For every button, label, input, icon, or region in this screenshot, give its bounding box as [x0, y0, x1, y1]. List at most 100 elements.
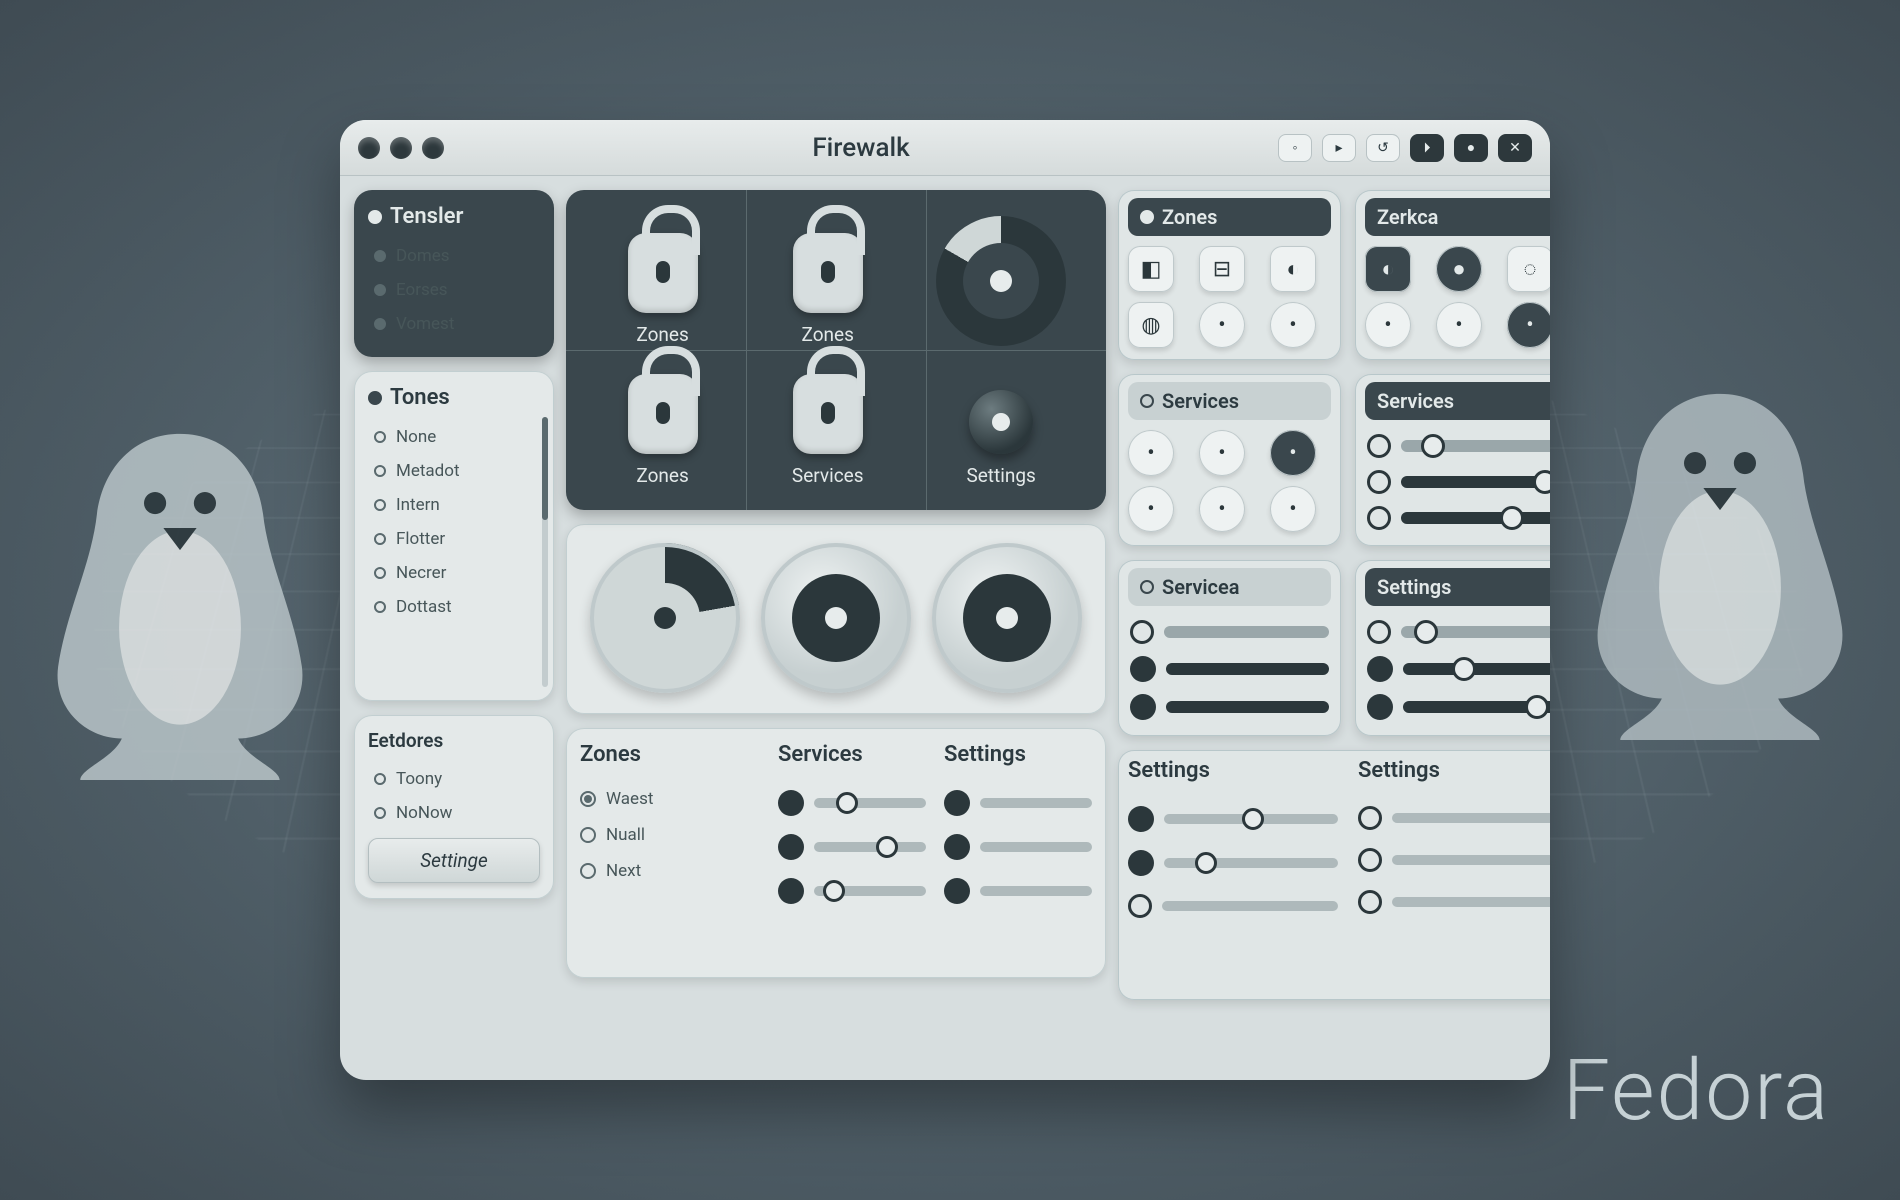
sidebar-item[interactable]: Eorses — [368, 273, 540, 307]
slider[interactable] — [1130, 620, 1329, 644]
close-button[interactable]: ✕ — [1498, 134, 1532, 162]
brand-label: Fedora — [1563, 1041, 1830, 1140]
column-heading: Services — [778, 742, 926, 767]
sidebar-item[interactable]: Metadot — [368, 454, 540, 488]
panel-icon-button[interactable]: ◌ — [1507, 246, 1550, 292]
window-title: Firewalk — [444, 133, 1278, 163]
zone-option[interactable]: Next — [580, 853, 760, 889]
column-heading: Settings — [1128, 758, 1338, 783]
panel-zones: Zones ◧⊟◐ ◍•• — [1118, 190, 1341, 360]
slider[interactable] — [1130, 694, 1329, 720]
panel-icon-button[interactable]: ◧ — [1128, 246, 1174, 292]
grid-cell[interactable]: Settings — [910, 362, 1092, 503]
sidebar-item[interactable]: NoNow — [368, 796, 540, 830]
grid-cell[interactable]: Services — [745, 362, 910, 503]
panel-dot[interactable]: • — [1128, 486, 1174, 532]
column-heading: Zones — [580, 742, 760, 767]
slider[interactable] — [1367, 694, 1550, 720]
panel-icon-button[interactable]: ◐ — [1270, 246, 1316, 292]
sidebar-item[interactable]: Flotter — [368, 522, 540, 556]
slider[interactable] — [1130, 656, 1329, 682]
slider[interactable] — [1128, 885, 1338, 927]
sidebar-item[interactable]: Necrer — [368, 556, 540, 590]
panel-icon-button[interactable]: • — [1436, 302, 1482, 348]
panel-icon-button[interactable]: • — [1507, 302, 1550, 348]
slider[interactable] — [1128, 797, 1338, 841]
panel-servicea: Servicea — [1118, 560, 1341, 736]
penguin-left-icon — [40, 420, 320, 780]
dials-card — [566, 524, 1106, 714]
bottom-settings-card: Zones Waest Nuall Next Services Settings — [566, 728, 1106, 978]
traffic-dot[interactable] — [358, 137, 380, 159]
panel-icon-button[interactable]: ◐ — [1365, 246, 1411, 292]
panel-settings: Settings — [1355, 560, 1550, 736]
slider[interactable] — [1367, 620, 1550, 644]
slider[interactable] — [1358, 797, 1550, 839]
panel-services-dots: Services • • • • • • — [1118, 374, 1341, 546]
titlebar-actions: ◦ ▸ ↺ ⏵ ● ✕ — [1278, 134, 1532, 162]
app-window: Firewalk ◦ ▸ ↺ ⏵ ● ✕ Tensler Domes Eorse… — [340, 120, 1550, 1080]
panel-dot[interactable]: • — [1199, 486, 1245, 532]
panel-icon-button[interactable]: ⊟ — [1199, 246, 1245, 292]
slider[interactable] — [944, 781, 1092, 825]
dial[interactable] — [590, 543, 740, 693]
panel-dot[interactable]: • — [1128, 430, 1174, 476]
grid-cell[interactable]: Zones — [745, 204, 910, 362]
sidebar: Tensler Domes Eorses Vomest Tones None M… — [354, 190, 554, 1066]
panel-title: Services — [1377, 389, 1454, 413]
slider[interactable] — [1358, 839, 1550, 881]
slider[interactable] — [1367, 656, 1550, 682]
panel-icon-button[interactable]: ◍ — [1128, 302, 1174, 348]
panel-dot[interactable]: • — [1199, 430, 1245, 476]
slider[interactable] — [944, 825, 1092, 869]
settings-button[interactable]: Settinge — [368, 838, 540, 883]
column-heading: Settings — [1358, 758, 1550, 783]
titlebar-button[interactable]: ⏵ — [1410, 134, 1444, 162]
titlebar-button[interactable]: ▸ — [1322, 134, 1356, 162]
panel-title: Servicea — [1162, 575, 1240, 599]
panel-dot[interactable]: • — [1270, 430, 1316, 476]
slider[interactable] — [778, 781, 926, 825]
grid-cell[interactable]: Zones — [580, 362, 745, 503]
slider[interactable] — [1128, 841, 1338, 885]
slider[interactable] — [1367, 470, 1550, 494]
lock-icon — [628, 233, 698, 313]
panel-dot[interactable]: • — [1270, 486, 1316, 532]
dial[interactable] — [932, 543, 1082, 693]
sidebar-group-eetdores: Eetdores Toony NoNow Settinge — [354, 715, 554, 899]
slider[interactable] — [1367, 506, 1550, 530]
titlebar: Firewalk ◦ ▸ ↺ ⏵ ● ✕ — [340, 120, 1550, 176]
traffic-dot[interactable] — [422, 137, 444, 159]
slider[interactable] — [1367, 434, 1550, 458]
zone-option[interactable]: Waest — [580, 781, 760, 817]
panel-title: Services — [1162, 389, 1239, 413]
sidebar-item[interactable]: Dottast — [368, 590, 540, 624]
slider[interactable] — [778, 825, 926, 869]
grid-cell[interactable]: Zones — [580, 204, 745, 362]
sidebar-item[interactable]: Domes — [368, 239, 540, 273]
zone-option[interactable]: Nuall — [580, 817, 760, 853]
panel-zerkca: Zerkca ◐ ● ◌ • • • — [1355, 190, 1550, 360]
panel-icon-button[interactable]: • — [1199, 302, 1245, 348]
slider[interactable] — [778, 869, 926, 913]
panel-icon-button[interactable]: • — [1365, 302, 1411, 348]
sidebar-item[interactable]: Intern — [368, 488, 540, 522]
sidebar-item[interactable]: Vomest — [368, 307, 540, 341]
panel-icon-button[interactable]: • — [1270, 302, 1316, 348]
main-column: Zones Zones Zones Services Settings Zone… — [566, 190, 1106, 1066]
sidebar-item[interactable]: Toony — [368, 762, 540, 796]
panel-title: Zerkca — [1377, 205, 1438, 229]
titlebar-button[interactable]: ↺ — [1366, 134, 1400, 162]
donut-gauge-icon — [936, 216, 1066, 346]
slider[interactable] — [944, 869, 1092, 913]
grid-cell[interactable] — [910, 204, 1092, 362]
penguin-right-icon — [1580, 380, 1860, 740]
sidebar-item[interactable]: None — [368, 420, 540, 454]
panel-icon-button[interactable]: ● — [1436, 246, 1482, 292]
traffic-dot[interactable] — [390, 137, 412, 159]
titlebar-button[interactable]: ◦ — [1278, 134, 1312, 162]
scrollbar[interactable] — [542, 417, 548, 687]
slider[interactable] — [1358, 881, 1550, 923]
titlebar-button[interactable]: ● — [1454, 134, 1488, 162]
dial[interactable] — [761, 543, 911, 693]
